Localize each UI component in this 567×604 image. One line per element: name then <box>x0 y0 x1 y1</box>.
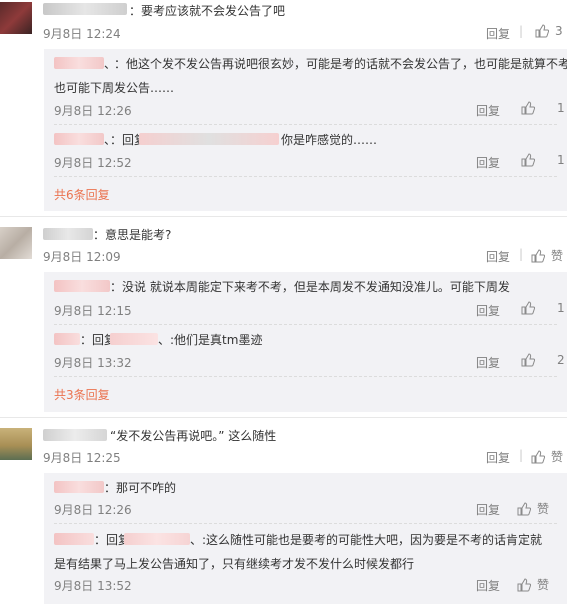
reply-button[interactable]: 回复 <box>486 25 510 42</box>
reply-list: ：那可不咋的 9月8日 12:26 回复 赞 ：回复 、 :这么随性可能也是要考… <box>44 473 567 604</box>
reply-text-continued: 也可能下周发公告…… <box>54 81 175 95</box>
thumbs-up-icon <box>521 301 535 315</box>
reply-separator: 、 <box>158 333 171 347</box>
redacted-username[interactable] <box>54 481 104 493</box>
comment-text: ：意思是能考? <box>93 228 172 242</box>
thumbs-up-icon <box>521 101 535 115</box>
comment-text: ：要考应该就不会发公告了吧 <box>129 4 286 18</box>
like-count: 3 <box>555 24 563 38</box>
avatar[interactable] <box>0 227 32 259</box>
reply-list: ：没说 就说本周能定下来考不考，但是本周发不发通知没准儿。可能下周发 9月8日 … <box>44 272 567 412</box>
reply-button[interactable]: 回复 <box>486 248 510 265</box>
reply-button[interactable]: 回复 <box>486 449 510 466</box>
reply-button[interactable]: 回复 <box>476 102 500 119</box>
reply-separator: 、 <box>190 533 203 547</box>
reply-time: 9月8日 12:26 <box>54 503 132 517</box>
like-label: 赞 <box>551 249 564 263</box>
like-button[interactable]: 赞 <box>517 500 549 517</box>
reply-time: 9月8日 12:52 <box>54 156 132 170</box>
comment-time: 9月8日 12:25 <box>43 451 121 465</box>
like-button[interactable]: 1 <box>521 153 565 167</box>
reply-time: 9月8日 12:26 <box>54 104 132 118</box>
thumbs-up-icon <box>531 449 545 463</box>
like-button[interactable]: 赞 <box>531 448 563 465</box>
reply-button[interactable]: 回复 <box>476 501 500 518</box>
thumbs-up-icon <box>531 248 545 262</box>
like-count: 1 <box>557 101 565 115</box>
redacted-username[interactable] <box>54 280 110 292</box>
reply-text: :这么随性可能也是要考的可能性大吧，因为要是不考的话肯定就 <box>202 533 543 547</box>
redacted-username[interactable] <box>54 333 80 345</box>
reply-text-continued: 是有结果了马上发公告通知了，只有继续考才发不发什么时候发都行 <box>54 557 415 571</box>
redacted-mention[interactable] <box>139 133 279 145</box>
comment-time: 9月8日 12:09 <box>43 250 121 264</box>
like-button[interactable]: 1 <box>521 101 565 115</box>
reply-text: 你是咋感觉的…… <box>281 133 378 147</box>
like-count: 1 <box>557 153 565 167</box>
reply-text: :他们是真tm墨迹 <box>170 333 263 347</box>
like-label: 赞 <box>537 578 550 592</box>
reply-text: ：他这个发不发公告再说吧很玄妙，可能是考的话就不会发公告了，也可能是就算不考 <box>114 57 567 71</box>
redacted-mention[interactable] <box>110 333 158 345</box>
reply-list: 、 ：他这个发不发公告再说吧很玄妙，可能是考的话就不会发公告了，也可能是就算不考… <box>44 49 567 211</box>
thumbs-up-icon <box>517 501 531 515</box>
like-button[interactable]: 赞 <box>531 247 563 264</box>
avatar[interactable] <box>0 428 32 460</box>
reply-button[interactable]: 回复 <box>476 577 500 594</box>
like-button[interactable]: 1 <box>521 301 565 315</box>
thumbs-up-icon <box>521 153 535 167</box>
redacted-username[interactable] <box>54 533 94 545</box>
reply-time: 9月8日 13:52 <box>54 579 132 593</box>
reply-text: ：没说 就说本周能定下来考不考，但是本周发不发通知没准儿。可能下周发 <box>110 280 510 294</box>
comment-text: “发不发公告再说吧。” 这么随性 <box>110 429 277 443</box>
comment-time: 9月8日 12:24 <box>43 27 121 41</box>
reply-text: ：那可不咋的 <box>104 481 177 495</box>
like-button[interactable]: 3 <box>535 24 563 38</box>
redacted-username[interactable] <box>43 3 127 15</box>
redacted-username[interactable] <box>43 228 93 240</box>
more-replies-link[interactable]: 共6条回复 <box>54 186 110 203</box>
like-count: 1 <box>557 301 565 315</box>
like-label: 赞 <box>537 502 550 516</box>
more-replies-link[interactable]: 共3条回复 <box>54 386 110 403</box>
thumbs-up-icon <box>521 353 535 367</box>
reply-time: 9月8日 13:32 <box>54 356 132 370</box>
avatar[interactable] <box>0 2 32 34</box>
redacted-mention[interactable] <box>124 533 190 545</box>
like-button[interactable]: 2 <box>521 353 565 367</box>
like-button[interactable]: 赞 <box>517 576 549 593</box>
redacted-username[interactable] <box>54 133 104 145</box>
redacted-username[interactable] <box>54 57 104 69</box>
reply-button[interactable]: 回复 <box>476 302 500 319</box>
reply-button[interactable]: 回复 <box>476 154 500 171</box>
reply-time: 9月8日 12:15 <box>54 304 132 318</box>
reply-button[interactable]: 回复 <box>476 354 500 371</box>
thumbs-up-icon <box>517 577 531 591</box>
redacted-username[interactable] <box>43 429 107 441</box>
comment-divider <box>0 216 567 217</box>
like-count: 2 <box>557 353 565 367</box>
like-label: 赞 <box>551 450 564 464</box>
thumbs-up-icon <box>535 24 549 38</box>
comment-divider <box>0 417 567 418</box>
